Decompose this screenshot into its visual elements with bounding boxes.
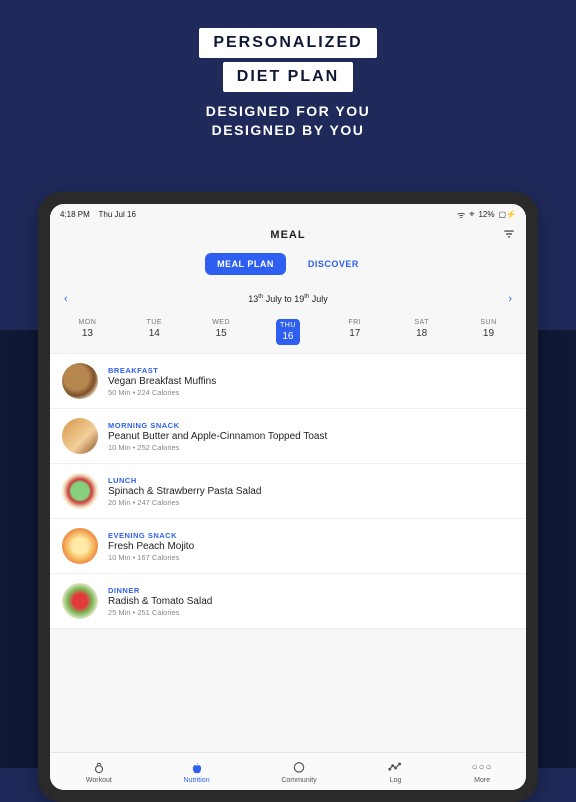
wifi-icon: ᯤ [457, 208, 465, 221]
nav-more[interactable]: ○○○ More [468, 759, 496, 786]
meal-category: MORNING SNACK [108, 421, 327, 430]
meal-meta: 10 Min • 167 Calories [108, 553, 194, 562]
list-item[interactable]: DINNERRadish & Tomato Salad25 Min • 251 … [50, 574, 526, 629]
meal-title: Vegan Breakfast Muffins [108, 376, 216, 387]
nav-log[interactable]: Log [382, 759, 408, 786]
meal-title: Fresh Peach Mojito [108, 541, 194, 552]
meal-thumb [62, 473, 98, 509]
graph-icon [388, 761, 402, 775]
list-item[interactable]: MORNING SNACKPeanut Butter and Apple-Cin… [50, 409, 526, 464]
status-battery: 12% [478, 210, 494, 219]
day-thu[interactable]: THU16 [269, 319, 307, 345]
meal-thumb [62, 418, 98, 454]
day-wed[interactable]: WED15 [202, 319, 240, 345]
day-sun[interactable]: SUN19 [469, 319, 507, 345]
list-item[interactable]: EVENING SNACKFresh Peach Mojito10 Min • … [50, 519, 526, 574]
meal-meta: 25 Min • 251 Calories [108, 608, 212, 617]
hero-sub-1: DESIGNED FOR YOU [0, 102, 576, 121]
list-item[interactable]: LUNCHSpinach & Strawberry Pasta Salad20 … [50, 464, 526, 519]
hero: PERSONALIZED DIET PLAN DESIGNED FOR YOU … [0, 0, 576, 154]
filter-icon[interactable] [502, 227, 516, 241]
apple-icon [190, 761, 204, 775]
meal-title: Radish & Tomato Salad [108, 596, 212, 607]
tabs: MEAL PLAN DISCOVER [50, 249, 526, 285]
meal-meta: 10 Min • 252 Calories [108, 443, 327, 452]
nav-workout[interactable]: Workout [80, 759, 118, 786]
nav-nutrition[interactable]: Nutrition [178, 759, 216, 786]
meal-thumb [62, 363, 98, 399]
meal-title: Spinach & Strawberry Pasta Salad [108, 486, 261, 497]
page-title: MEAL [50, 229, 526, 241]
meal-category: BREAKFAST [108, 366, 216, 375]
meal-category: LUNCH [108, 476, 261, 485]
next-week-button[interactable]: › [504, 289, 516, 309]
meal-category: EVENING SNACK [108, 531, 194, 540]
kettlebell-icon [92, 761, 106, 775]
location-icon: ⌖ [469, 209, 474, 220]
hero-pill-2: DIET PLAN [223, 62, 353, 92]
day-fri[interactable]: FRI17 [336, 319, 374, 345]
meal-list[interactable]: BREAKFASTVegan Breakfast Muffins50 Min •… [50, 354, 526, 752]
status-date: Thu Jul 16 [99, 210, 136, 219]
meal-title: Peanut Butter and Apple-Cinnamon Topped … [108, 431, 327, 442]
nav-community[interactable]: Community [275, 759, 322, 786]
meal-category: DINNER [108, 586, 212, 595]
more-icon: ○○○ [475, 761, 489, 775]
week-nav: ‹ 13th July to 19th July › [50, 285, 526, 315]
meal-meta: 20 Min • 247 Calories [108, 498, 261, 507]
day-selector: MON13 TUE14 WED15 THU16 FRI17 SAT18 SUN19 [50, 315, 526, 354]
tab-discover[interactable]: DISCOVER [296, 253, 371, 275]
meal-thumb [62, 583, 98, 619]
nav-bar: MEAL [50, 223, 526, 249]
device-frame: 4:18 PM Thu Jul 16 ᯤ ⌖ 12% ▢⚡ MEAL MEAL … [38, 192, 538, 802]
day-tue[interactable]: TUE14 [135, 319, 173, 345]
day-sat[interactable]: SAT18 [403, 319, 441, 345]
meal-thumb [62, 528, 98, 564]
battery-icon: ▢⚡ [498, 210, 516, 219]
hero-pill-1: PERSONALIZED [199, 28, 376, 58]
chat-icon [292, 761, 306, 775]
status-bar: 4:18 PM Thu Jul 16 ᯤ ⌖ 12% ▢⚡ [50, 204, 526, 223]
list-item[interactable]: BREAKFASTVegan Breakfast Muffins50 Min •… [50, 354, 526, 409]
prev-week-button[interactable]: ‹ [60, 289, 72, 309]
date-range: 13th July to 19th July [248, 294, 328, 304]
bottom-nav: Workout Nutrition Community Log [50, 752, 526, 790]
status-time: 4:18 PM [60, 210, 90, 219]
hero-sub-2: DESIGNED BY YOU [0, 121, 576, 140]
day-mon[interactable]: MON13 [68, 319, 106, 345]
tab-meal-plan[interactable]: MEAL PLAN [205, 253, 286, 275]
meal-meta: 50 Min • 224 Calories [108, 388, 216, 397]
